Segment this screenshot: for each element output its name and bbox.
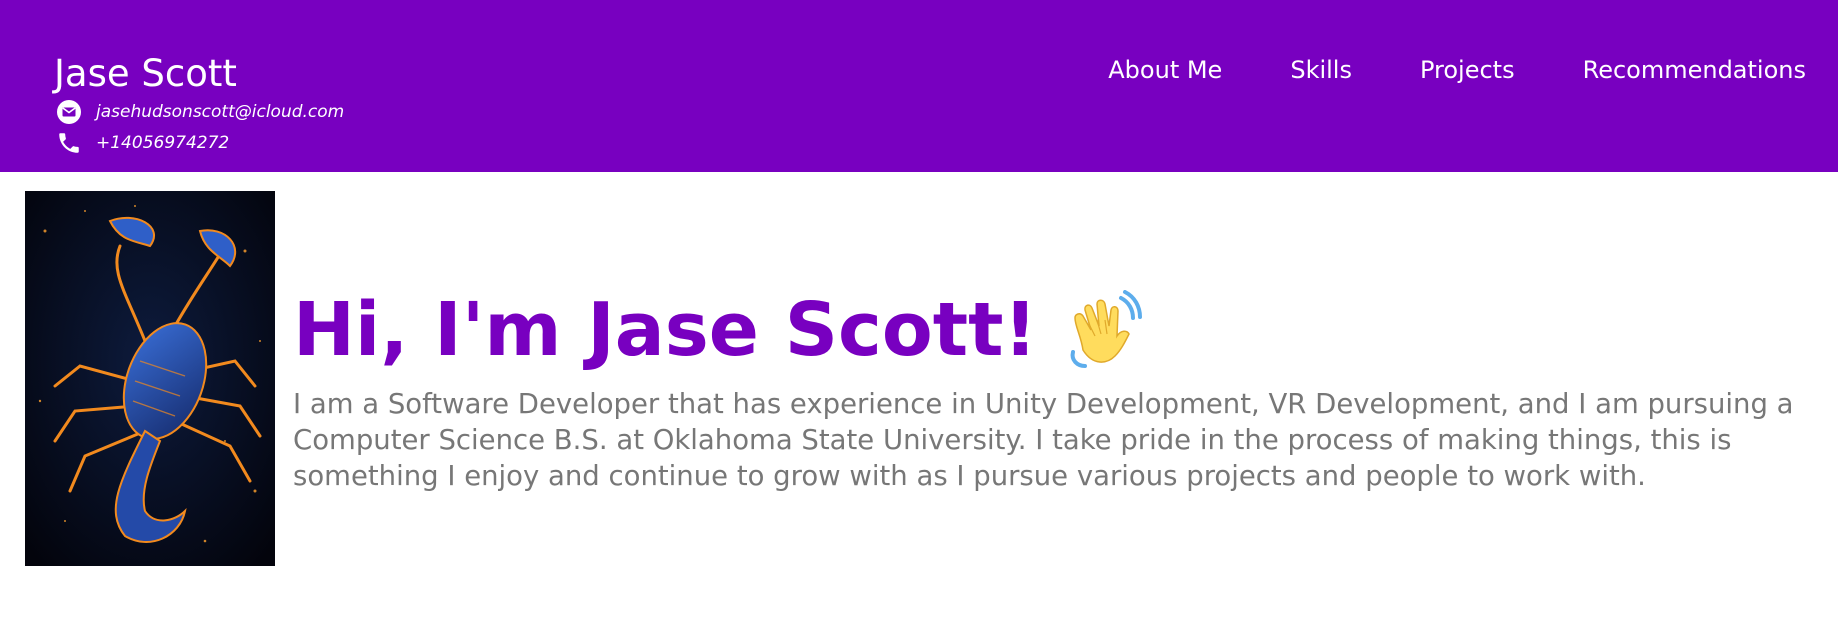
site-header: Jase Scott jasehudsonscott@icloud.com +1… — [0, 0, 1838, 172]
hero-heading: Hi, I'm Jase Scott! — [293, 284, 1818, 376]
nav-about-me[interactable]: About Me — [1108, 52, 1222, 88]
nav-recommendations[interactable]: Recommendations — [1583, 52, 1806, 88]
main-nav: About Me Skills Projects Recommendations — [1108, 52, 1806, 88]
phone-contact[interactable]: +14056974272 — [54, 127, 344, 158]
envelope-icon — [54, 97, 84, 127]
email-contact[interactable]: jasehudsonscott@icloud.com — [54, 96, 344, 127]
profile-image-scorpion — [25, 191, 275, 566]
nav-skills[interactable]: Skills — [1290, 52, 1352, 88]
hero-title-text: Hi, I'm Jase Scott! — [293, 287, 1038, 373]
email-address[interactable]: jasehudsonscott@icloud.com — [96, 102, 344, 122]
bio-paragraph: I am a Software Developer that has exper… — [293, 388, 1794, 492]
nav-projects[interactable]: Projects — [1420, 52, 1515, 88]
phone-number[interactable]: +14056974272 — [96, 133, 229, 153]
phone-icon — [54, 128, 84, 158]
waving-hand-icon — [1063, 290, 1143, 370]
hero-section: Hi, I'm Jase Scott! I am a Software Deve… — [293, 284, 1818, 522]
site-owner-name: Jase Scott — [54, 52, 237, 95]
brand-block: Jase Scott jasehudsonscott@icloud.com +1… — [54, 52, 344, 158]
